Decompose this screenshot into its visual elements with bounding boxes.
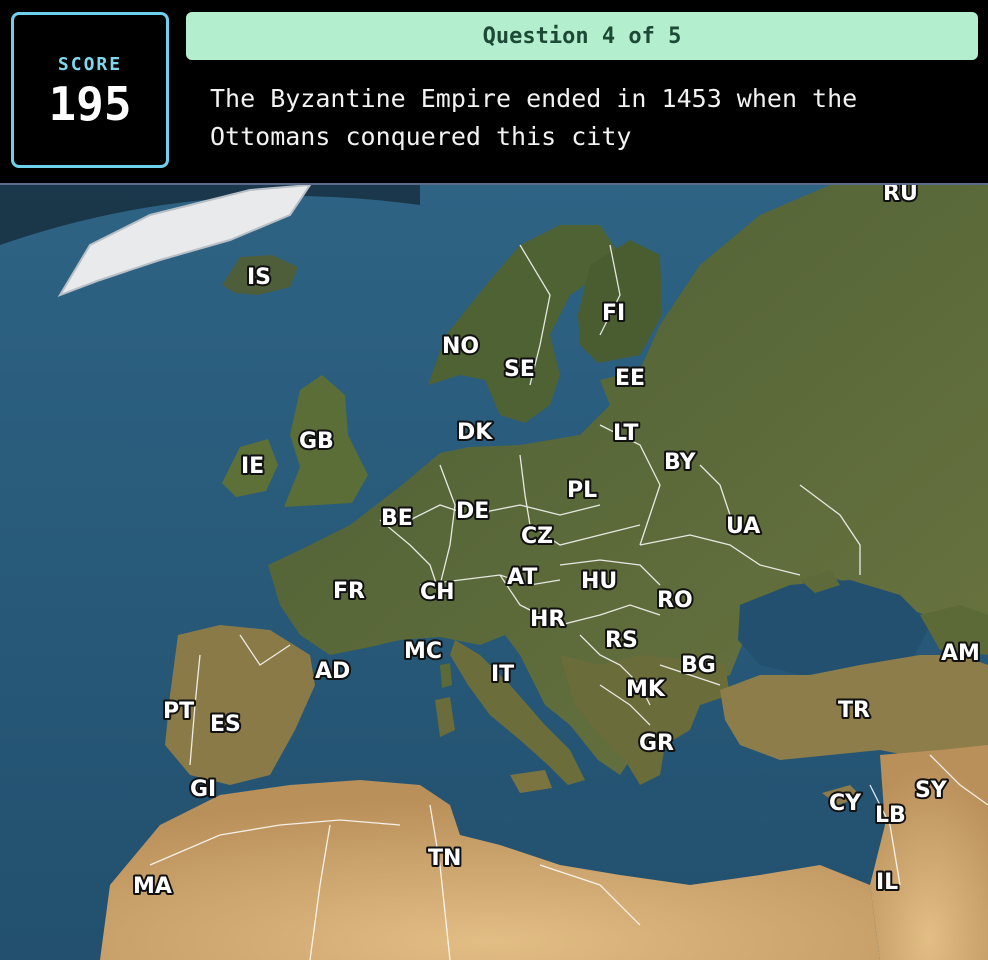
country-label-mc[interactable]: MC: [402, 637, 444, 666]
country-label-lb[interactable]: LB: [873, 801, 908, 830]
country-label-mk[interactable]: MK: [624, 675, 668, 704]
country-label-dk[interactable]: DK: [455, 418, 495, 447]
country-label-ad[interactable]: AD: [313, 657, 352, 686]
country-label-is[interactable]: IS: [245, 263, 273, 292]
question-text: The Byzantine Empire ended in 1453 when …: [210, 84, 858, 151]
country-label-es[interactable]: ES: [208, 710, 243, 739]
country-label-cy[interactable]: CY: [827, 789, 864, 818]
country-label-il[interactable]: IL: [874, 868, 900, 897]
europe-map[interactable]: RU IS FI NO SE EE DK LT GB BY IE PL BE D…: [0, 185, 988, 960]
corsica-land: [440, 663, 452, 688]
country-label-cz[interactable]: CZ: [519, 522, 555, 551]
country-label-lt[interactable]: LT: [611, 419, 640, 448]
country-label-gi[interactable]: GI: [188, 775, 218, 804]
country-label-pt[interactable]: PT: [161, 697, 196, 726]
score-label: SCORE: [57, 53, 123, 75]
country-label-ro[interactable]: RO: [655, 586, 695, 615]
country-label-tr[interactable]: TR: [836, 696, 872, 725]
country-label-rs[interactable]: RS: [603, 626, 640, 655]
country-label-de[interactable]: DE: [454, 497, 491, 526]
country-label-ch[interactable]: CH: [418, 578, 457, 607]
country-label-gr[interactable]: GR: [637, 729, 676, 758]
country-label-ma[interactable]: MA: [131, 872, 174, 901]
country-label-hu[interactable]: HU: [579, 567, 619, 596]
country-label-sy[interactable]: SY: [913, 776, 950, 805]
country-label-pl[interactable]: PL: [565, 476, 599, 505]
question-progress: Question 4 of 5: [186, 12, 978, 60]
country-label-ee[interactable]: EE: [613, 364, 647, 393]
country-label-no[interactable]: NO: [440, 332, 481, 361]
country-label-tn[interactable]: TN: [426, 844, 463, 873]
country-label-it[interactable]: IT: [489, 660, 516, 689]
score-panel: SCORE 195: [11, 12, 169, 168]
country-label-be[interactable]: BE: [379, 504, 415, 533]
country-label-fi[interactable]: FI: [600, 299, 627, 328]
country-label-ua[interactable]: UA: [724, 512, 762, 541]
score-value: 195: [48, 76, 132, 131]
country-label-at[interactable]: AT: [505, 563, 539, 592]
map-canvas[interactable]: RU IS FI NO SE EE DK LT GB BY IE PL BE D…: [0, 185, 988, 960]
country-label-se[interactable]: SE: [502, 355, 537, 384]
country-label-ie[interactable]: IE: [239, 452, 266, 481]
quiz-header: SCORE 195 Question 4 of 5 The Byzantine …: [0, 0, 988, 185]
country-label-ru[interactable]: RU: [881, 185, 920, 208]
country-label-fr[interactable]: FR: [331, 577, 367, 606]
country-label-gb[interactable]: GB: [297, 427, 336, 456]
country-label-bg[interactable]: BG: [679, 651, 718, 680]
country-label-am[interactable]: AM: [939, 639, 982, 668]
country-label-hr[interactable]: HR: [528, 605, 567, 634]
country-label-by[interactable]: BY: [662, 448, 699, 477]
